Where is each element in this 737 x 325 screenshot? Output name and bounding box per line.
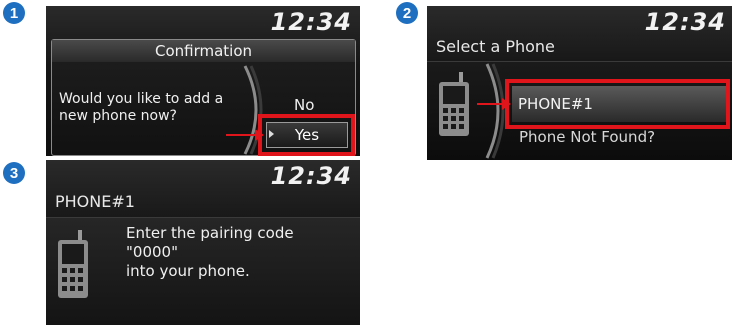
page-title: Select a Phone [436,37,555,56]
instruction-line: Enter the pairing code [126,224,294,242]
dialog-message: Would you like to add a new phone now? [59,91,259,125]
phone-list-item[interactable]: Phone Not Found? [519,128,655,146]
phone-icon [58,230,88,298]
confirmation-screen: 12:34 Confirmation Would you like to add… [46,6,360,156]
arrow-icon [477,98,511,110]
step-1-badge: 1 [3,2,25,24]
message-line: new phone now? [59,108,177,124]
clock: 12:34 [644,8,726,36]
phone-icon [439,72,469,136]
pairing-code-screen: 12:34 PHONE#1 Enter the pairing code "00… [46,160,360,325]
instruction-line: into your phone. [126,262,250,280]
dialog-title: Confirmation [52,40,355,62]
pairing-code: "0000" [126,243,178,261]
select-phone-screen: 12:34 Select a Phone PHONE#1 Phone Not F… [427,6,732,160]
step-2-badge: 2 [396,2,418,24]
pairing-instructions: Enter the pairing code "0000" into your … [126,224,346,281]
no-option[interactable]: No [294,96,314,114]
step-3-badge: 3 [3,162,25,184]
message-line: Would you like to add a [59,91,224,107]
arrow-icon [226,129,264,141]
selection-pointer-icon [269,130,274,138]
phone-highlight-box [505,79,730,129]
page-title: PHONE#1 [55,192,135,211]
clock: 12:34 [270,8,352,36]
clock: 12:34 [270,162,352,190]
